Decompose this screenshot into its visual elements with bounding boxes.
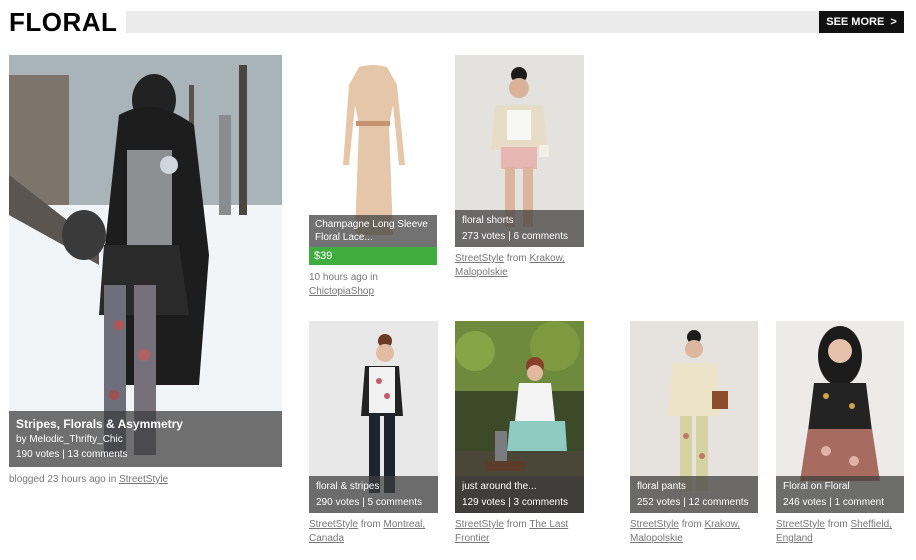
product-price-badge[interactable]: $39	[309, 247, 437, 265]
product-caption-text: 10 hours ago in	[309, 272, 378, 283]
featured-photo-card[interactable]: Stripes, Florals & Asymmetry by Melodic_…	[9, 55, 282, 467]
look-from-text: from	[506, 519, 527, 530]
look-caption: StreetStyle from Krakow, Malopolskie	[630, 518, 765, 546]
look-overlay: floral shorts 273 votes | 6 comments	[455, 210, 584, 247]
featured-overlay: Stripes, Florals & Asymmetry by Melodic_…	[9, 411, 282, 467]
featured-photo	[9, 55, 282, 467]
page-title: FLORAL	[9, 7, 118, 37]
look-card[interactable]: Floral on Floral 246 votes | 1 comment	[776, 321, 904, 513]
see-more-label: SEE MORE	[826, 16, 885, 28]
look-title[interactable]: floral & stripes	[316, 480, 431, 493]
look-caption: StreetStyle from Sheffield, England	[776, 518, 911, 546]
look-from-text: from	[681, 519, 702, 530]
title-divider-bar	[126, 11, 904, 33]
featured-caption: blogged 23 hours ago in StreetStyle	[9, 473, 282, 487]
look-category-link[interactable]: StreetStyle	[630, 519, 679, 530]
look-stats: 129 votes | 3 comments	[462, 497, 568, 508]
product-title[interactable]: Champagne Long Sleeve Floral Lace...	[315, 218, 431, 244]
look-from-text: from	[360, 519, 381, 530]
chevron-right-icon: >	[890, 16, 897, 28]
look-caption: StreetStyle from The Last Frontier	[455, 518, 595, 546]
look-card[interactable]: floral shorts 273 votes | 6 comments	[455, 55, 584, 247]
look-title[interactable]: floral shorts	[462, 214, 577, 227]
look-category-link[interactable]: StreetStyle	[776, 519, 825, 530]
look-card[interactable]: floral & stripes 290 votes | 5 comments	[309, 321, 438, 513]
featured-title[interactable]: Stripes, Florals & Asymmetry	[16, 417, 275, 432]
look-overlay: floral pants 252 votes | 12 comments	[630, 476, 758, 513]
look-stats: 290 votes | 5 comments	[316, 497, 422, 508]
featured-caption-text: blogged 23 hours ago in	[9, 474, 117, 485]
look-category-link[interactable]: StreetStyle	[455, 253, 504, 264]
look-card[interactable]: floral pants 252 votes | 12 comments	[630, 321, 758, 513]
featured-category-link[interactable]: StreetStyle	[119, 474, 168, 485]
look-title[interactable]: just around the...	[462, 480, 577, 493]
look-category-link[interactable]: StreetStyle	[455, 519, 504, 530]
look-from-text: from	[827, 519, 848, 530]
look-stats: 246 votes | 1 comment	[783, 497, 884, 508]
look-card[interactable]: just around the... 129 votes | 3 comment…	[455, 321, 584, 513]
featured-stats: 190 votes | 13 comments	[16, 449, 128, 460]
look-overlay: floral & stripes 290 votes | 5 comments	[309, 476, 438, 513]
look-stats: 273 votes | 6 comments	[462, 231, 568, 242]
product-card[interactable]: Champagne Long Sleeve Floral Lace...	[309, 55, 437, 247]
look-category-link[interactable]: StreetStyle	[309, 519, 358, 530]
see-more-button[interactable]: SEE MORE >	[819, 11, 904, 33]
product-caption: 10 hours ago in ChictopiaShop	[309, 271, 437, 299]
product-overlay: Champagne Long Sleeve Floral Lace...	[309, 215, 437, 247]
look-overlay: just around the... 129 votes | 3 comment…	[455, 476, 584, 513]
look-stats: 252 votes | 12 comments	[637, 497, 749, 508]
look-title[interactable]: Floral on Floral	[783, 480, 897, 493]
look-from-text: from	[506, 253, 527, 264]
look-overlay: Floral on Floral 246 votes | 1 comment	[776, 476, 904, 513]
look-title[interactable]: floral pants	[637, 480, 751, 493]
product-shop-link[interactable]: ChictopiaShop	[309, 286, 374, 297]
look-caption: StreetStyle from Montreal, Canada	[309, 518, 449, 546]
featured-author[interactable]: by Melodic_Thrifty_Chic	[16, 433, 275, 446]
look-caption: StreetStyle from Krakow, Malopolskie	[455, 252, 584, 280]
